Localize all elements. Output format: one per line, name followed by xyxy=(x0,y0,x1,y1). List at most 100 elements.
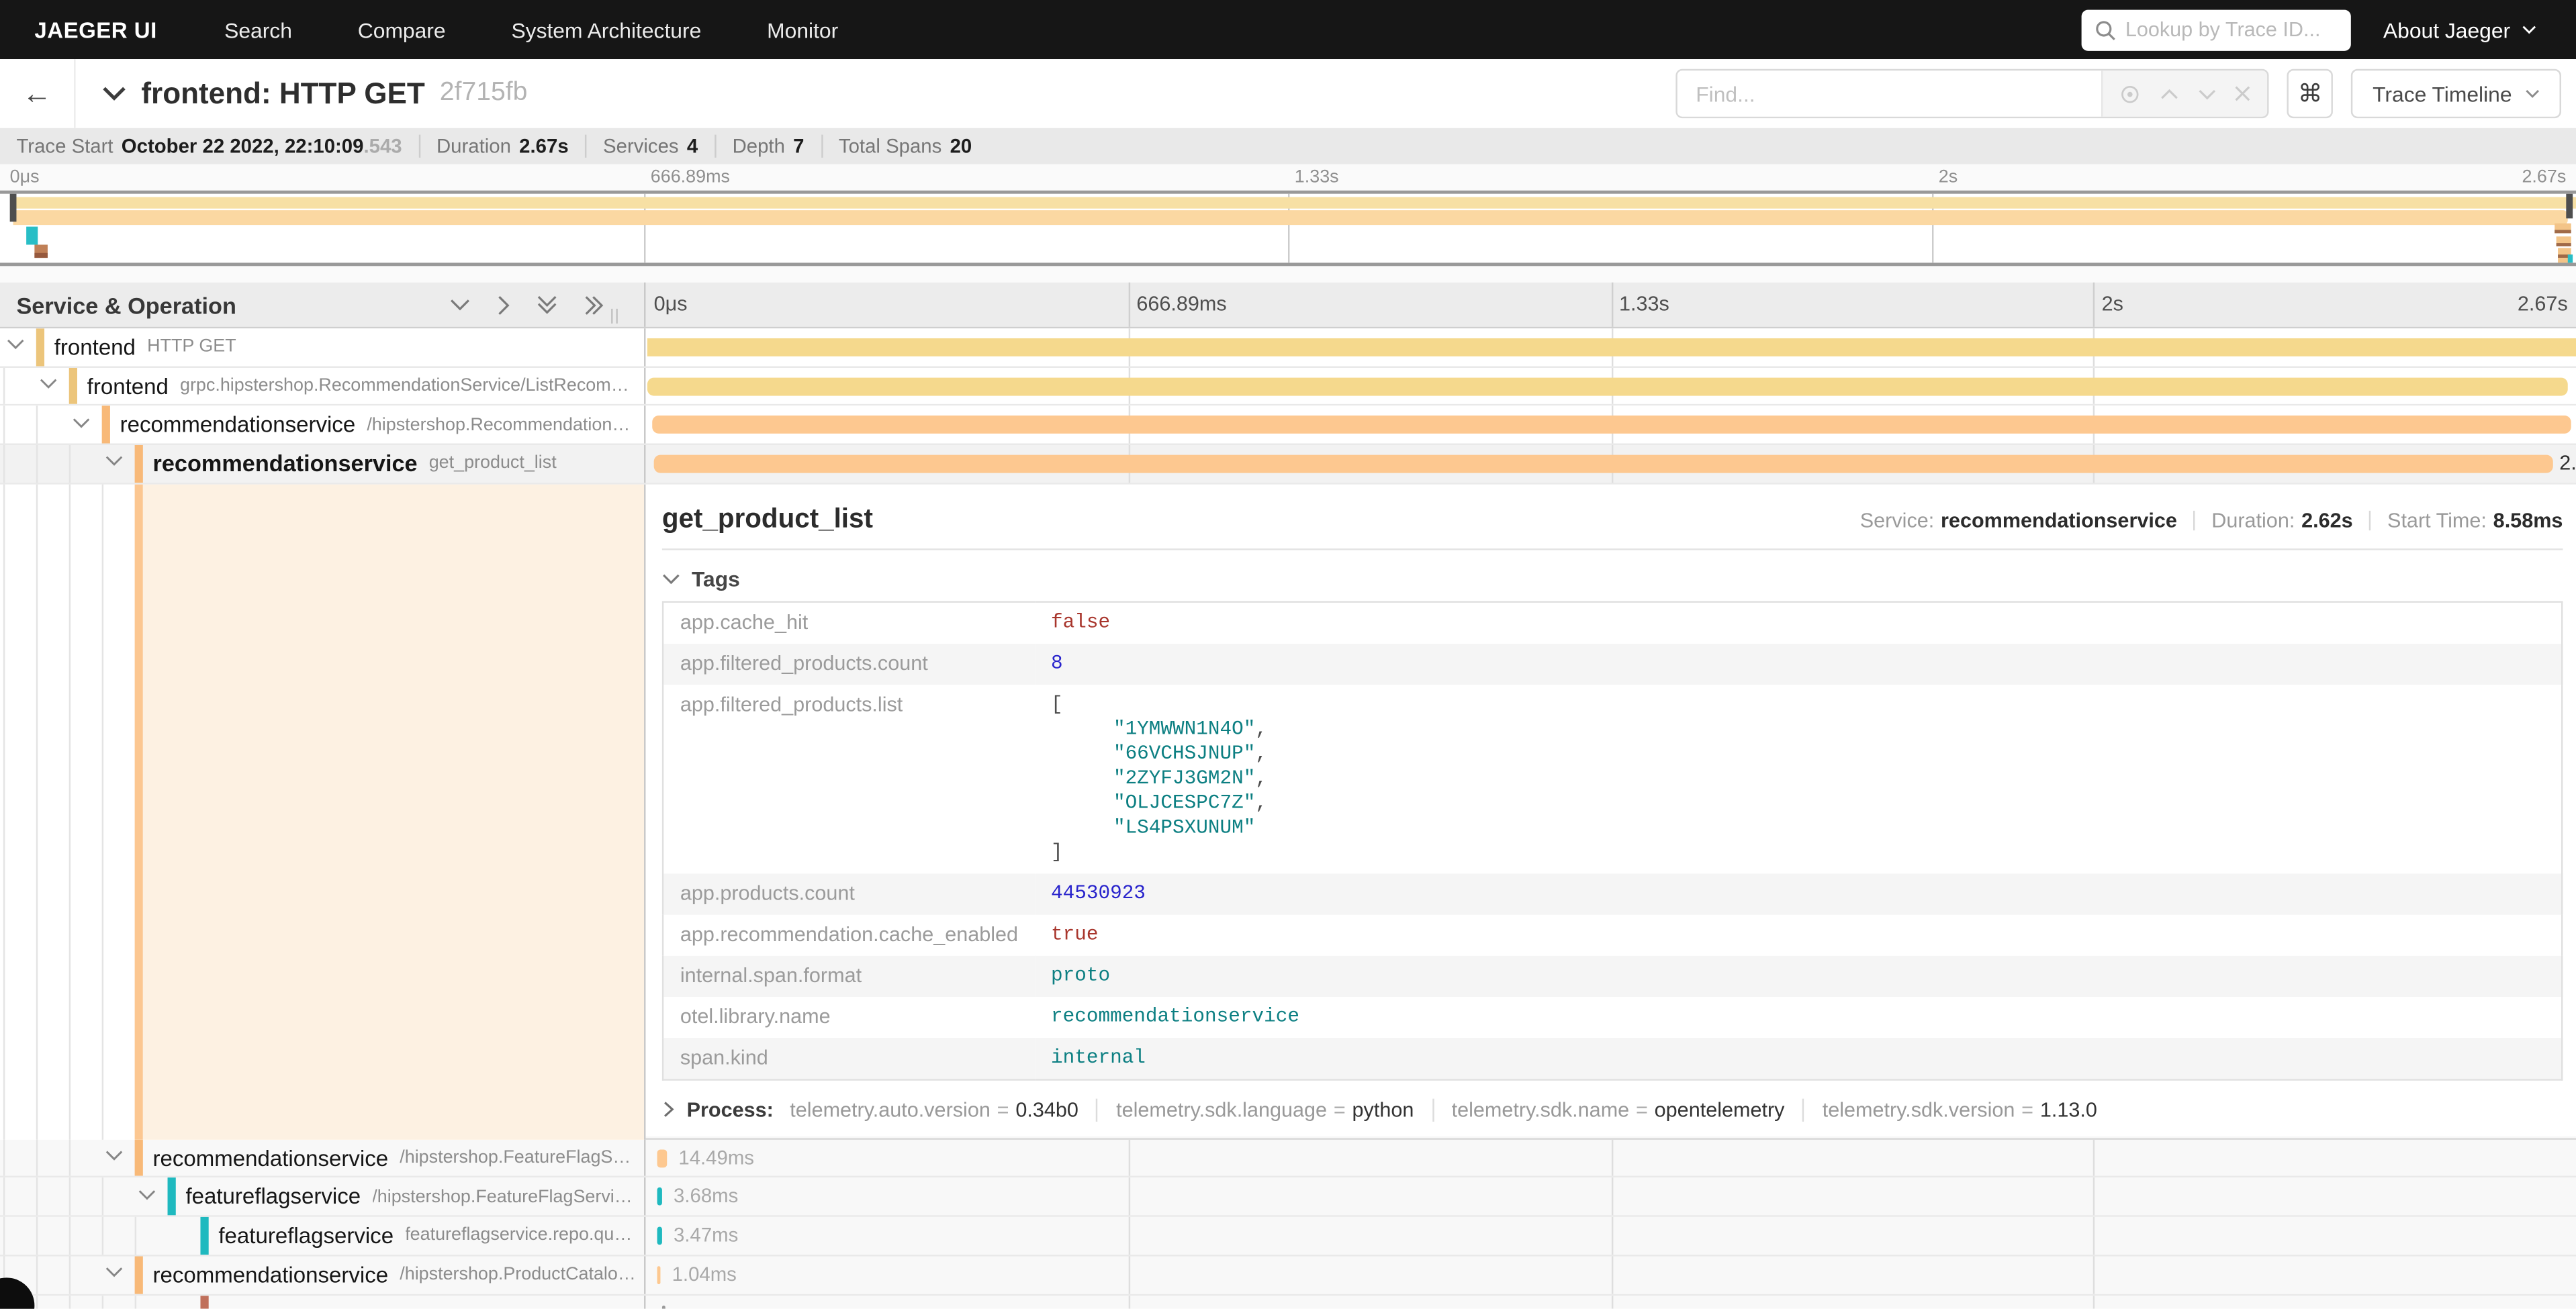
span-row-recommendationservice[interactable]: recommendationservice/hipstershop.Recomm… xyxy=(0,406,2576,445)
expand-all-icon[interactable] xyxy=(583,293,604,316)
chevron-down-icon[interactable] xyxy=(40,378,58,389)
span-duration-bar[interactable] xyxy=(647,377,2568,395)
tag-row[interactable]: otel.library.namerecommendationservice xyxy=(663,996,2562,1037)
span-detail-indent xyxy=(0,484,645,1139)
span-name-cell[interactable]: recommendationservice/hipstershop.Featur… xyxy=(0,1139,645,1177)
span-name-cell[interactable]: recommendationservice/hipstershop.Recomm… xyxy=(0,406,645,444)
span-duration-bar[interactable] xyxy=(657,1227,662,1245)
span-timeline-cell[interactable] xyxy=(645,328,2576,366)
span-timeline-cell[interactable] xyxy=(645,367,2576,405)
nav-item-search[interactable]: Search xyxy=(191,0,325,59)
chevron-down-icon[interactable] xyxy=(105,456,124,467)
span-name-cell xyxy=(0,1295,645,1308)
trace-view-label: Trace Timeline xyxy=(2373,81,2512,106)
tag-row[interactable]: app.products.count44530923 xyxy=(663,873,2562,914)
span-timeline-cell[interactable]: 14.49ms xyxy=(645,1139,2576,1177)
span-duration-bar[interactable] xyxy=(657,1188,662,1206)
operation-name: /hipstershop.ProductCatalogSer... xyxy=(400,1265,641,1284)
trace-header: ← frontend: HTTP GET 2f715fb xyxy=(0,59,2576,128)
span-duration-bar[interactable] xyxy=(657,1266,661,1284)
next-result-icon[interactable] xyxy=(2197,88,2215,99)
minimap-canvas[interactable] xyxy=(0,191,2576,266)
span-timeline-cell[interactable]: 1.04ms xyxy=(645,1256,2576,1294)
span-timeline-cell[interactable]: 3.68ms xyxy=(645,1178,2576,1216)
chevron-down-icon[interactable] xyxy=(7,339,25,350)
nav-item-compare[interactable]: Compare xyxy=(325,0,479,59)
span-row-recommendationservice[interactable]: recommendationservice/hipstershop.Featur… xyxy=(0,1139,2576,1178)
span-row-recommendationservice[interactable]: recommendationserviceget_product_list2.6… xyxy=(0,445,2576,484)
summary-item: Duration2.67s xyxy=(418,135,569,158)
span-name-cell[interactable]: frontendHTTP GET xyxy=(0,328,645,366)
trace-id-lookup[interactable] xyxy=(2081,9,2350,50)
collapse-trace-chevron-icon[interactable] xyxy=(102,85,127,101)
trace-summary-bar: Trace StartOctober 22 2022, 22:10:09.543… xyxy=(0,128,2576,164)
expand-one-icon[interactable] xyxy=(496,293,511,316)
span-duration-bar[interactable] xyxy=(654,455,2552,473)
collapse-one-icon[interactable] xyxy=(449,297,471,312)
focus-span-icon[interactable] xyxy=(2119,83,2141,105)
about-jaeger-label: About Jaeger xyxy=(2383,17,2510,42)
span-name-cell[interactable]: featureflagservice/hipstershop.FeatureFl… xyxy=(0,1178,645,1216)
process-label: Process: xyxy=(687,1098,774,1121)
span-row-frontend[interactable]: frontendHTTP GET xyxy=(0,328,2576,367)
chevron-down-icon[interactable] xyxy=(105,1150,124,1161)
operation-name: featureflagservice.repo.query:fe... xyxy=(405,1226,641,1245)
app-brand[interactable]: JAEGER UI xyxy=(0,17,191,42)
span-name-cell[interactable]: recommendationserviceget_product_list xyxy=(0,445,645,483)
tag-row[interactable]: app.recommendation.cache_enabledtrue xyxy=(663,914,2562,955)
tag-row[interactable]: app.filtered_products.count8 xyxy=(663,643,2562,684)
span-row-partial[interactable] xyxy=(0,1295,2576,1308)
collapse-all-icon[interactable] xyxy=(536,294,559,316)
span-row-featureflagservice[interactable]: featureflagservice/hipstershop.FeatureFl… xyxy=(0,1178,2576,1217)
process-accordion[interactable]: Process: telemetry.auto.version=0.34b0te… xyxy=(662,1080,2563,1136)
tag-row[interactable]: internal.span.formatproto xyxy=(663,955,2562,996)
trace-view-selector[interactable]: Trace Timeline xyxy=(2351,69,2561,118)
chevron-down-icon[interactable] xyxy=(73,417,91,428)
start-time-value: 8.58ms xyxy=(2493,509,2563,532)
span-timeline-cell[interactable]: 2.62s xyxy=(645,445,2576,483)
prev-result-icon[interactable] xyxy=(2160,88,2178,99)
tick-label: 666.89ms xyxy=(651,168,730,187)
span-name-cell[interactable]: recommendationservice/hipstershop.Produc… xyxy=(0,1256,645,1294)
trace-id-lookup-input[interactable] xyxy=(2125,18,2338,41)
chevron-down-icon[interactable] xyxy=(105,1267,124,1278)
tick-label: 2.67s xyxy=(2522,168,2566,187)
span-duration-bar[interactable] xyxy=(657,1149,668,1167)
span-row-featureflagservice[interactable]: featureflagservicefeatureflagservice.rep… xyxy=(0,1217,2576,1256)
back-button[interactable]: ← xyxy=(0,59,76,128)
tick-label: 1.33s xyxy=(1295,168,1339,187)
span-row-frontend[interactable]: frontendgrpc.hipstershop.RecommendationS… xyxy=(0,367,2576,406)
span-color-bar xyxy=(135,484,142,1139)
tag-row[interactable]: app.cache_hitfalse xyxy=(663,601,2562,643)
tags-accordion-header[interactable]: Tags xyxy=(662,550,2563,601)
tag-key: app.filtered_products.list xyxy=(663,685,1034,873)
span-name-cell[interactable]: featureflagservicefeatureflagservice.rep… xyxy=(0,1217,645,1255)
span-timeline-cell[interactable] xyxy=(645,406,2576,444)
service-name: recommendationservice xyxy=(153,1262,389,1287)
nav-item-monitor[interactable]: Monitor xyxy=(734,0,871,59)
span-name-cell[interactable]: frontendgrpc.hipstershop.RecommendationS… xyxy=(0,367,645,405)
service-operation-title: Service & Operation xyxy=(16,291,236,318)
span-duration-bar[interactable] xyxy=(647,338,2576,356)
minimap-left-drag-handle[interactable] xyxy=(10,194,17,222)
span-detail-highlight xyxy=(142,484,644,1139)
span-duration-bar[interactable] xyxy=(652,416,2571,434)
clear-find-icon[interactable] xyxy=(2235,85,2251,101)
keyboard-shortcuts-button[interactable]: ⌘ xyxy=(2287,69,2333,118)
about-jaeger-menu[interactable]: About Jaeger xyxy=(2383,17,2536,42)
minimap-span-cluster xyxy=(2557,236,2571,246)
minimap-right-drag-handle[interactable] xyxy=(2566,194,2573,219)
span-detail-meta: Service: recommendationservice Duration:… xyxy=(1860,509,2563,532)
chevron-down-icon[interactable] xyxy=(138,1189,156,1200)
nav-item-system-architecture[interactable]: System Architecture xyxy=(479,0,735,59)
search-icon xyxy=(2094,19,2115,40)
span-label: recommendationservice/hipstershop.Recomm… xyxy=(120,406,641,444)
service-name: recommendationservice xyxy=(153,1146,389,1171)
tag-row[interactable]: span.kindinternal xyxy=(663,1038,2562,1079)
span-row-recommendationservice[interactable]: recommendationservice/hipstershop.Produc… xyxy=(0,1256,2576,1295)
find-input[interactable] xyxy=(1677,70,2101,116)
span-timeline-cell[interactable]: 3.47ms xyxy=(645,1217,2576,1255)
column-resize-handle[interactable] xyxy=(611,309,618,324)
tag-row[interactable]: app.filtered_products.list["1YMWWN1N4O",… xyxy=(663,685,2562,873)
tag-key: app.filtered_products.count xyxy=(663,643,1034,684)
